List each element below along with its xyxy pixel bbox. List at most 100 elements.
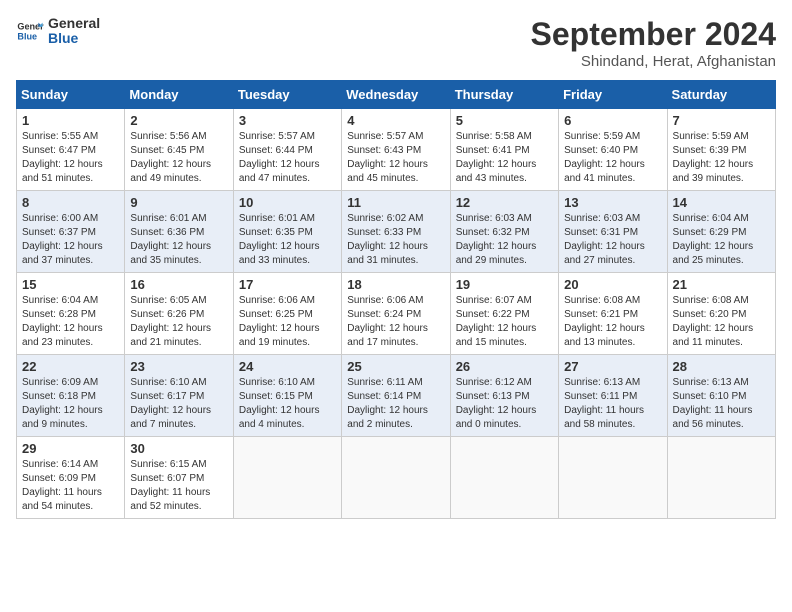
sunrise-text: Sunrise: 6:04 AM [673,212,770,226]
day-info: Sunrise: 6:03 AM Sunset: 6:31 PM Dayligh… [564,212,661,268]
sunset-text: Sunset: 6:10 PM [673,390,770,404]
sunrise-text: Sunrise: 6:13 AM [564,376,661,390]
day-info: Sunrise: 5:59 AM Sunset: 6:39 PM Dayligh… [673,130,770,186]
table-row [342,437,450,519]
sunset-text: Sunset: 6:44 PM [239,144,336,158]
sunrise-text: Sunrise: 5:59 AM [673,130,770,144]
day-info: Sunrise: 6:00 AM Sunset: 6:37 PM Dayligh… [22,212,119,268]
table-row [450,437,558,519]
sunset-text: Sunset: 6:29 PM [673,226,770,240]
day-info: Sunrise: 6:06 AM Sunset: 6:25 PM Dayligh… [239,294,336,350]
sunrise-text: Sunrise: 6:13 AM [673,376,770,390]
sunrise-text: Sunrise: 6:02 AM [347,212,444,226]
table-row: 6 Sunrise: 5:59 AM Sunset: 6:40 PM Dayli… [559,109,667,191]
day-info: Sunrise: 5:59 AM Sunset: 6:40 PM Dayligh… [564,130,661,186]
day-info: Sunrise: 6:12 AM Sunset: 6:13 PM Dayligh… [456,376,553,432]
sunrise-text: Sunrise: 6:04 AM [22,294,119,308]
daylight-text: Daylight: 11 hours and 56 minutes. [673,404,770,432]
col-tuesday: Tuesday [233,81,341,109]
sunset-text: Sunset: 6:15 PM [239,390,336,404]
table-row: 16 Sunrise: 6:05 AM Sunset: 6:26 PM Dayl… [125,273,233,355]
day-number: 16 [130,277,227,292]
sunrise-text: Sunrise: 6:08 AM [564,294,661,308]
col-monday: Monday [125,81,233,109]
table-row: 5 Sunrise: 5:58 AM Sunset: 6:41 PM Dayli… [450,109,558,191]
day-info: Sunrise: 6:01 AM Sunset: 6:36 PM Dayligh… [130,212,227,268]
daylight-text: Daylight: 12 hours and 21 minutes. [130,322,227,350]
sunrise-text: Sunrise: 6:01 AM [239,212,336,226]
day-info: Sunrise: 6:11 AM Sunset: 6:14 PM Dayligh… [347,376,444,432]
sunset-text: Sunset: 6:17 PM [130,390,227,404]
sunset-text: Sunset: 6:20 PM [673,308,770,322]
col-sunday: Sunday [17,81,125,109]
day-info: Sunrise: 6:10 AM Sunset: 6:15 PM Dayligh… [239,376,336,432]
daylight-text: Daylight: 12 hours and 15 minutes. [456,322,553,350]
sunset-text: Sunset: 6:32 PM [456,226,553,240]
table-row: 13 Sunrise: 6:03 AM Sunset: 6:31 PM Dayl… [559,191,667,273]
table-row: 11 Sunrise: 6:02 AM Sunset: 6:33 PM Dayl… [342,191,450,273]
day-number: 21 [673,277,770,292]
day-info: Sunrise: 5:56 AM Sunset: 6:45 PM Dayligh… [130,130,227,186]
day-number: 27 [564,359,661,374]
daylight-text: Daylight: 12 hours and 11 minutes. [673,322,770,350]
calendar-week-5: 29 Sunrise: 6:14 AM Sunset: 6:09 PM Dayl… [17,437,776,519]
sunset-text: Sunset: 6:26 PM [130,308,227,322]
day-info: Sunrise: 5:57 AM Sunset: 6:44 PM Dayligh… [239,130,336,186]
sunrise-text: Sunrise: 5:57 AM [239,130,336,144]
sunset-text: Sunset: 6:33 PM [347,226,444,240]
daylight-text: Daylight: 12 hours and 41 minutes. [564,158,661,186]
day-number: 17 [239,277,336,292]
sunrise-text: Sunrise: 5:56 AM [130,130,227,144]
sunrise-text: Sunrise: 5:55 AM [22,130,119,144]
sunset-text: Sunset: 6:36 PM [130,226,227,240]
daylight-text: Daylight: 12 hours and 17 minutes. [347,322,444,350]
daylight-text: Daylight: 12 hours and 35 minutes. [130,240,227,268]
table-row: 4 Sunrise: 5:57 AM Sunset: 6:43 PM Dayli… [342,109,450,191]
page-title: September 2024 [531,16,776,53]
sunrise-text: Sunrise: 5:59 AM [564,130,661,144]
sunset-text: Sunset: 6:37 PM [22,226,119,240]
sunset-text: Sunset: 6:28 PM [22,308,119,322]
col-wednesday: Wednesday [342,81,450,109]
day-info: Sunrise: 6:02 AM Sunset: 6:33 PM Dayligh… [347,212,444,268]
day-info: Sunrise: 6:07 AM Sunset: 6:22 PM Dayligh… [456,294,553,350]
day-info: Sunrise: 6:14 AM Sunset: 6:09 PM Dayligh… [22,458,119,514]
daylight-text: Daylight: 12 hours and 4 minutes. [239,404,336,432]
calendar-week-2: 8 Sunrise: 6:00 AM Sunset: 6:37 PM Dayli… [17,191,776,273]
day-number: 5 [456,113,553,128]
col-thursday: Thursday [450,81,558,109]
sunset-text: Sunset: 6:22 PM [456,308,553,322]
col-saturday: Saturday [667,81,775,109]
day-number: 18 [347,277,444,292]
sunrise-text: Sunrise: 6:00 AM [22,212,119,226]
day-info: Sunrise: 6:15 AM Sunset: 6:07 PM Dayligh… [130,458,227,514]
day-number: 9 [130,195,227,210]
logo: General Blue General Blue [16,16,100,47]
table-row: 25 Sunrise: 6:11 AM Sunset: 6:14 PM Dayl… [342,355,450,437]
day-info: Sunrise: 6:04 AM Sunset: 6:29 PM Dayligh… [673,212,770,268]
day-number: 6 [564,113,661,128]
daylight-text: Daylight: 12 hours and 47 minutes. [239,158,336,186]
calendar-week-4: 22 Sunrise: 6:09 AM Sunset: 6:18 PM Dayl… [17,355,776,437]
logo-icon: General Blue [16,17,44,45]
sunrise-text: Sunrise: 6:08 AM [673,294,770,308]
table-row: 3 Sunrise: 5:57 AM Sunset: 6:44 PM Dayli… [233,109,341,191]
table-row: 29 Sunrise: 6:14 AM Sunset: 6:09 PM Dayl… [17,437,125,519]
sunrise-text: Sunrise: 6:10 AM [239,376,336,390]
daylight-text: Daylight: 12 hours and 29 minutes. [456,240,553,268]
day-number: 24 [239,359,336,374]
day-number: 2 [130,113,227,128]
day-number: 29 [22,441,119,456]
table-row: 22 Sunrise: 6:09 AM Sunset: 6:18 PM Dayl… [17,355,125,437]
day-number: 26 [456,359,553,374]
table-row: 26 Sunrise: 6:12 AM Sunset: 6:13 PM Dayl… [450,355,558,437]
sunset-text: Sunset: 6:35 PM [239,226,336,240]
table-row [559,437,667,519]
sunset-text: Sunset: 6:47 PM [22,144,119,158]
table-row: 14 Sunrise: 6:04 AM Sunset: 6:29 PM Dayl… [667,191,775,273]
day-info: Sunrise: 6:10 AM Sunset: 6:17 PM Dayligh… [130,376,227,432]
svg-text:Blue: Blue [17,32,37,42]
sunset-text: Sunset: 6:24 PM [347,308,444,322]
day-info: Sunrise: 6:09 AM Sunset: 6:18 PM Dayligh… [22,376,119,432]
table-row: 9 Sunrise: 6:01 AM Sunset: 6:36 PM Dayli… [125,191,233,273]
